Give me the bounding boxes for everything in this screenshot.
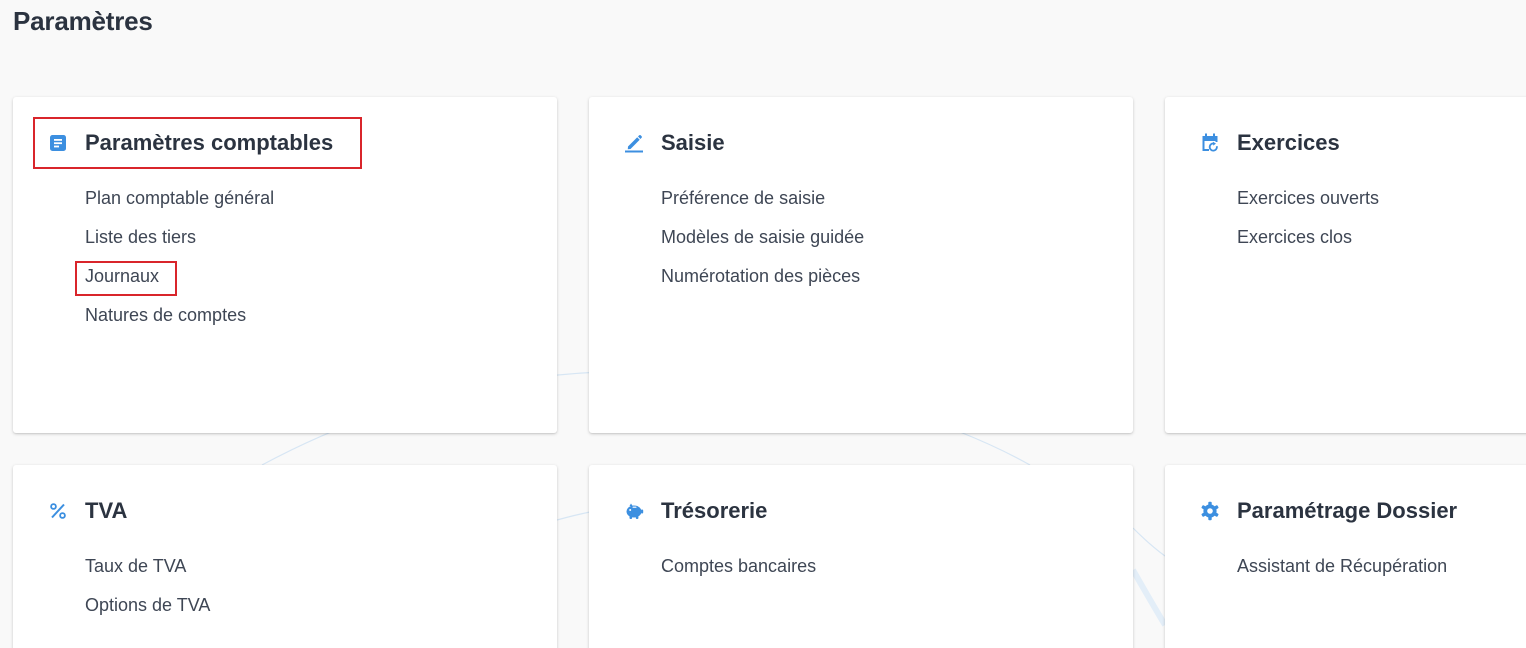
card-tva: TVA Taux de TVA Options de TVA [13,465,557,648]
card-link-list: Taux de TVA Options de TVA [85,551,210,629]
link-liste-des-tiers[interactable]: Liste des tiers [85,222,274,261]
link-plan-comptable-general[interactable]: Plan comptable général [85,183,274,222]
link-natures-de-comptes[interactable]: Natures de comptes [85,300,274,339]
page-title: Paramètres [13,6,153,36]
link-modeles-de-saisie-guidee[interactable]: Modèles de saisie guidée [661,222,864,261]
link-journaux[interactable]: Journaux [85,261,274,300]
card-header[interactable]: Exercices [1200,125,1340,161]
card-header[interactable]: Paramétrage Dossier [1200,493,1457,529]
gear-icon [1200,501,1220,521]
card-title: Paramétrage Dossier [1237,498,1458,523]
card-title: TVA [85,498,128,523]
link-assistant-de-recuperation[interactable]: Assistant de Récupération [1237,551,1447,590]
card-link-list: Plan comptable général Liste des tiers J… [85,183,274,339]
card-link-list: Préférence de saisie Modèles de saisie g… [661,183,864,300]
card-parametrage-dossier: Paramétrage Dossier Assistant de Récupér… [1165,465,1526,648]
link-numerotation-des-pieces[interactable]: Numérotation des pièces [661,261,864,300]
card-header[interactable]: Paramètres comptables [48,125,333,161]
link-options-de-tva[interactable]: Options de TVA [85,590,210,629]
card-tresorerie: Trésorerie Comptes bancaires [589,465,1133,648]
card-title: Saisie [661,130,725,155]
card-link-list: Exercices ouverts Exercices clos [1237,183,1379,261]
calendar-refresh-icon [1200,133,1220,153]
pencil-icon [624,133,644,153]
card-exercices: Exercices Exercices ouverts Exercices cl… [1165,97,1526,433]
link-exercices-clos[interactable]: Exercices clos [1237,222,1379,261]
card-header[interactable]: Saisie [624,125,725,161]
percent-icon [48,501,68,521]
link-comptes-bancaires[interactable]: Comptes bancaires [661,551,816,590]
card-parametres-comptables: Paramètres comptables Plan comptable gén… [13,97,557,433]
card-title: Trésorerie [661,498,768,523]
link-taux-de-tva[interactable]: Taux de TVA [85,551,210,590]
card-saisie: Saisie Préférence de saisie Modèles de s… [589,97,1133,433]
card-title: Paramètres comptables [85,130,334,155]
link-preference-de-saisie[interactable]: Préférence de saisie [661,183,864,222]
card-link-list: Comptes bancaires [661,551,816,590]
card-title: Exercices [1237,130,1340,155]
link-exercices-ouverts[interactable]: Exercices ouverts [1237,183,1379,222]
card-link-list: Assistant de Récupération [1237,551,1447,590]
ledger-icon [48,133,68,153]
card-header[interactable]: TVA [48,493,127,529]
card-header[interactable]: Trésorerie [624,493,767,529]
piggy-bank-icon [624,501,644,521]
settings-page: Paramètres Paramètres comptables Plan co… [0,0,1526,648]
